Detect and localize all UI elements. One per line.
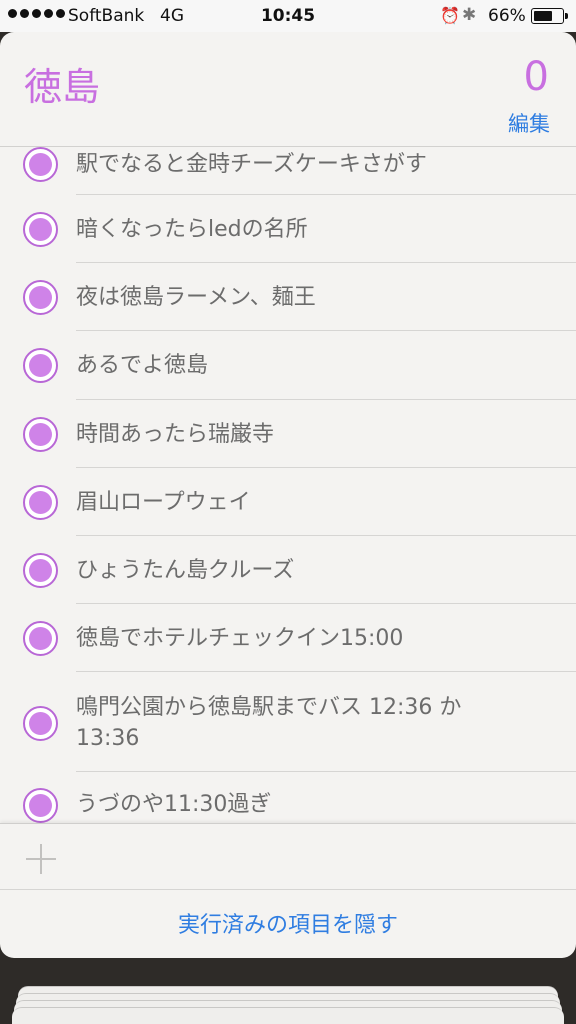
reminders-list-card: 徳島 0 編集 駅でなると金時チーズケーキさがす 暗くなったらledの名所 夜は… [0,32,576,958]
list-item[interactable]: うづのや11:30過ぎ [0,772,576,823]
list-item[interactable]: あるでよ徳島 [0,331,576,400]
list-header: 徳島 0 編集 [0,32,576,148]
plus-icon[interactable] [26,844,56,874]
reminder-text[interactable]: ひょうたん島クルーズ [76,555,536,586]
stacked-list-card[interactable] [12,1007,564,1024]
reminder-text[interactable]: あるでよ徳島 [76,350,536,381]
divider [0,889,576,890]
list-item[interactable]: 駅でなると金時チーズケーキさがす [0,147,576,195]
reminder-text[interactable]: 時間あったら瑞巌寺 [76,419,536,450]
reminder-text[interactable]: うづのや11:30過ぎ [76,789,536,820]
list-item[interactable]: 時間あったら瑞巌寺 [0,400,576,468]
completion-checkbox[interactable] [23,485,58,520]
completion-checkbox[interactable] [23,417,58,452]
item-count: 0 [523,54,549,100]
completion-checkbox[interactable] [23,280,58,315]
list-item[interactable]: ひょうたん島クルーズ [0,536,576,604]
completion-checkbox[interactable] [23,788,58,823]
reminder-text[interactable]: 眉山ロープウェイ [76,487,536,518]
list-item[interactable]: 暗くなったらledの名所 [0,195,576,263]
list-item[interactable]: 夜は徳島ラーメン、麺王 [0,263,576,331]
reminder-text[interactable]: 暗くなったらledの名所 [76,214,536,245]
reminder-text[interactable]: 駅でなると金時チーズケーキさがす [76,149,536,180]
reminder-text[interactable]: 夜は徳島ラーメン、麺王 [76,282,536,313]
status-bar: SoftBank 4G 10:45 ⏰ ✱ 66% [0,0,576,32]
list-item[interactable]: 徳島でホテルチェックイン15:00 [0,604,576,672]
battery-icon [531,8,568,24]
reminder-text[interactable]: 徳島でホテルチェックイン15:00 [76,623,536,654]
list-item[interactable]: 鳴門公園から徳島駅までバス 12:36 か 13:36 [0,672,576,772]
battery-level-fill [534,11,552,21]
completion-checkbox[interactable] [23,706,58,741]
battery-percent: 66% [488,6,526,26]
completion-checkbox[interactable] [23,553,58,588]
reminder-list[interactable]: 駅でなると金時チーズケーキさがす 暗くなったらledの名所 夜は徳島ラーメン、麺… [0,147,576,823]
completion-checkbox[interactable] [23,348,58,383]
alarm-clock-icon: ⏰ [440,6,460,25]
completion-checkbox[interactable] [23,212,58,247]
edit-button[interactable]: 編集 [508,108,550,138]
completion-checkbox[interactable] [23,621,58,656]
list-item[interactable]: 眉山ロープウェイ [0,468,576,536]
add-item-row[interactable] [0,823,576,889]
reminder-text[interactable]: 鳴門公園から徳島駅までバス 12:36 か 13:36 [76,692,516,754]
completion-checkbox[interactable] [23,147,58,182]
bluetooth-icon: ✱ [462,5,477,25]
hide-completed-button[interactable]: 実行済みの項目を隠す [0,907,576,939]
list-title: 徳島 [24,65,101,109]
